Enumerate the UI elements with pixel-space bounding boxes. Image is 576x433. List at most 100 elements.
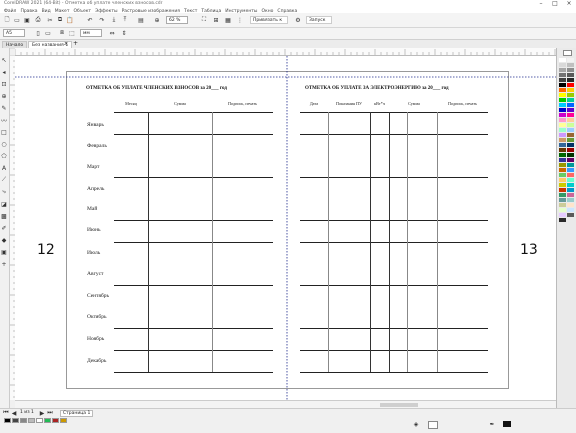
first-page-icon[interactable]: ⏮ xyxy=(2,409,10,417)
paste-icon[interactable]: 📋 xyxy=(66,16,74,24)
outline-pen-icon[interactable]: ✒ xyxy=(488,420,496,428)
color-swatch[interactable] xyxy=(559,118,566,122)
color-swatch[interactable] xyxy=(567,128,574,132)
document-color-swatch[interactable] xyxy=(52,418,59,423)
nudge-icon[interactable]: ⇔ xyxy=(108,29,116,37)
color-swatch[interactable] xyxy=(559,133,566,137)
no-color-swatch[interactable] xyxy=(563,50,572,56)
landscape-icon[interactable]: ▭ xyxy=(44,29,52,37)
color-swatch[interactable] xyxy=(567,188,574,192)
publish-pdf-icon[interactable]: ▤ xyxy=(137,16,145,24)
new-document-icon[interactable]: 🗋 xyxy=(3,16,11,24)
document-color-swatch[interactable] xyxy=(44,418,51,423)
document-color-swatch[interactable] xyxy=(28,418,35,423)
color-swatch[interactable] xyxy=(559,88,566,92)
color-swatch[interactable] xyxy=(567,78,574,82)
color-swatch[interactable] xyxy=(559,83,566,87)
copy-icon[interactable]: ⧉ xyxy=(56,16,64,24)
color-swatch[interactable] xyxy=(567,83,574,87)
color-swatch[interactable] xyxy=(567,203,574,207)
text-tool-icon[interactable]: A xyxy=(0,164,8,172)
open-icon[interactable]: ▭ xyxy=(13,16,21,24)
color-swatch[interactable] xyxy=(567,208,574,212)
shape-tool-icon[interactable]: ◂ xyxy=(0,68,8,76)
color-swatch[interactable] xyxy=(567,148,574,152)
outline-swatch[interactable] xyxy=(503,421,511,427)
color-swatch[interactable] xyxy=(567,173,574,177)
minimize-button[interactable]: – xyxy=(534,0,548,7)
color-swatch[interactable] xyxy=(567,73,574,77)
color-swatch[interactable] xyxy=(567,178,574,182)
color-swatch[interactable] xyxy=(559,178,566,182)
import-icon[interactable]: ⤓ xyxy=(110,16,118,24)
color-swatch[interactable] xyxy=(559,188,566,192)
color-swatch[interactable] xyxy=(567,143,574,147)
color-swatch[interactable] xyxy=(559,193,566,197)
color-swatch[interactable] xyxy=(567,68,574,72)
next-page-icon[interactable]: ▶ xyxy=(38,409,46,417)
close-tab-icon[interactable]: × xyxy=(64,41,68,47)
color-swatch[interactable] xyxy=(567,58,574,62)
color-swatch[interactable] xyxy=(567,183,574,187)
color-swatch[interactable] xyxy=(567,63,574,67)
undo-icon[interactable]: ↶ xyxy=(86,16,94,24)
crop-tool-icon[interactable]: ⊡ xyxy=(0,80,8,88)
guidelines-icon[interactable]: ⋮ xyxy=(236,16,244,24)
rectangle-tool-icon[interactable]: □ xyxy=(0,128,8,136)
color-swatch[interactable] xyxy=(559,163,566,167)
document-color-swatch[interactable] xyxy=(60,418,67,423)
close-button[interactable]: × xyxy=(562,0,576,7)
color-swatch[interactable] xyxy=(567,213,574,217)
full-screen-icon[interactable]: ⛶ xyxy=(200,16,208,24)
pick-tool-icon[interactable]: ↖ xyxy=(0,56,8,64)
color-swatch[interactable] xyxy=(559,203,566,207)
color-swatch[interactable] xyxy=(559,108,566,112)
zoom-tool-icon[interactable]: ⊕ xyxy=(0,92,8,100)
color-swatch[interactable] xyxy=(559,138,566,142)
color-swatch[interactable] xyxy=(559,98,566,102)
color-swatch[interactable] xyxy=(567,133,574,137)
color-swatch[interactable] xyxy=(567,93,574,97)
eyedropper-icon[interactable]: ✐ xyxy=(0,224,8,232)
snap-to-dropdown[interactable]: Привязать к xyxy=(250,16,288,24)
color-swatch[interactable] xyxy=(559,208,566,212)
color-swatch[interactable] xyxy=(559,213,566,217)
drawing-canvas[interactable]: 12 13 ОТМЕТКА ОБ УПЛАТЕ ЧЛЕНСКИХ ВЗНОСОВ… xyxy=(15,56,556,400)
color-swatch[interactable] xyxy=(567,163,574,167)
color-swatch[interactable] xyxy=(567,153,574,157)
scrollbar-thumb[interactable] xyxy=(380,403,418,407)
all-pages-icon[interactable]: ⧈ xyxy=(58,29,66,37)
redo-icon[interactable]: ↷ xyxy=(98,16,106,24)
color-swatch[interactable] xyxy=(559,63,566,67)
color-swatch[interactable] xyxy=(559,173,566,177)
color-swatch[interactable] xyxy=(567,123,574,127)
connector-tool-icon[interactable]: ⤷ xyxy=(0,188,8,196)
color-swatch[interactable] xyxy=(567,118,574,122)
color-swatch[interactable] xyxy=(559,183,566,187)
artistic-media-icon[interactable]: 〰 xyxy=(0,116,8,125)
fill-swatch[interactable] xyxy=(428,421,438,429)
color-swatch[interactable] xyxy=(567,198,574,202)
print-icon[interactable]: ⎙ xyxy=(34,16,42,24)
smart-fill-icon[interactable]: ▣ xyxy=(0,248,8,256)
color-swatch[interactable] xyxy=(559,73,566,77)
color-swatch[interactable] xyxy=(567,88,574,92)
color-swatch[interactable] xyxy=(559,153,566,157)
color-swatch[interactable] xyxy=(559,198,566,202)
current-page-icon[interactable]: ⬚ xyxy=(68,29,76,37)
prev-page-icon[interactable]: ◀ xyxy=(10,409,18,417)
parallel-dimension-icon[interactable]: ⟋ xyxy=(0,176,8,184)
save-icon[interactable]: ▣ xyxy=(23,16,31,24)
color-swatch[interactable] xyxy=(559,143,566,147)
color-swatch[interactable] xyxy=(559,123,566,127)
launch-dropdown[interactable]: Запуск xyxy=(306,16,332,24)
color-swatch[interactable] xyxy=(559,103,566,107)
grid-icon[interactable]: ▦ xyxy=(224,16,232,24)
cut-icon[interactable]: ✂ xyxy=(46,16,54,24)
zoom-level-field[interactable]: 62 % xyxy=(166,16,188,24)
color-swatch[interactable] xyxy=(567,168,574,172)
color-swatch[interactable] xyxy=(567,113,574,117)
zoom-level-icon[interactable]: ⊕ xyxy=(153,16,161,24)
color-swatch[interactable] xyxy=(567,103,574,107)
color-swatch[interactable] xyxy=(567,158,574,162)
